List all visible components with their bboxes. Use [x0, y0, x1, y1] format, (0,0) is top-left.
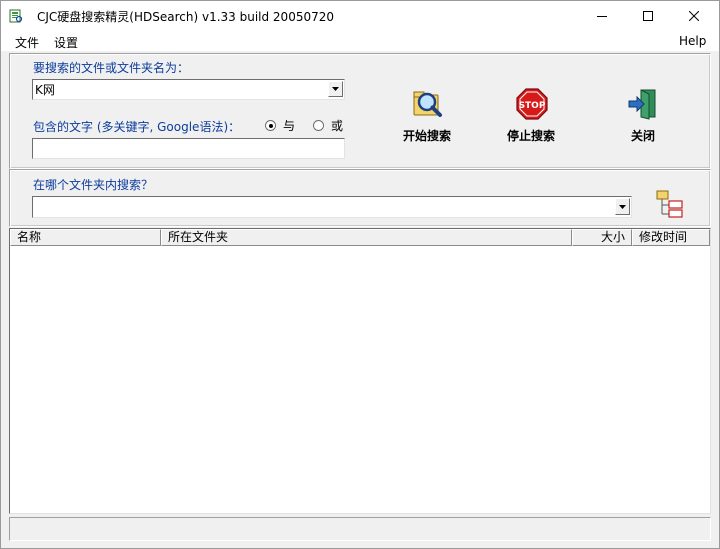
logic-or-radio[interactable]: 或	[313, 117, 343, 134]
start-search-button[interactable]: 开始搜索	[387, 87, 467, 149]
stop-sign-text: STOP	[519, 101, 546, 111]
content-input[interactable]	[35, 140, 340, 156]
app-icon	[9, 9, 23, 23]
magnifier-folder-icon	[413, 91, 442, 117]
start-search-label: 开始搜索	[402, 129, 451, 143]
minimize-button[interactable]	[579, 1, 625, 31]
stop-search-button[interactable]: STOP 停止搜索	[491, 87, 571, 149]
status-bar	[9, 517, 711, 541]
app-window: CJC硬盘搜索精灵(HDSearch) v1.33 build 20050720…	[0, 0, 720, 549]
exit-door-icon	[628, 89, 656, 120]
logic-and-radio[interactable]: 与	[265, 117, 295, 134]
filename-dropdown-button[interactable]	[328, 81, 343, 97]
results-list[interactable]: 名称 所在文件夹 大小 修改时间	[9, 228, 711, 514]
close-icon	[689, 11, 699, 21]
column-header-modified[interactable]: 修改时间	[632, 229, 710, 246]
folder-label: 在哪个文件夹内搜索？	[33, 178, 154, 192]
close-app-label: 关闭	[630, 129, 655, 143]
logic-or-label: 或	[331, 119, 344, 133]
folder-input[interactable]	[35, 198, 613, 214]
menu-bar: 文件 设置 Help	[1, 31, 719, 51]
column-header-size[interactable]: 大小	[572, 229, 632, 246]
folder-dropdown-button[interactable]	[615, 198, 630, 215]
content-label: 包含的文字 (多关键字, Google语法)：	[33, 120, 241, 134]
logic-and-label: 与	[283, 119, 296, 133]
column-header-name[interactable]: 名称	[10, 229, 161, 246]
maximize-button[interactable]	[625, 1, 671, 31]
minimize-icon	[597, 16, 607, 17]
filename-input[interactable]	[35, 81, 325, 97]
maximize-icon	[643, 11, 653, 21]
radio-checked-icon	[265, 120, 276, 131]
folder-combobox[interactable]	[32, 196, 632, 218]
window-title: CJC硬盘搜索精灵(HDSearch) v1.33 build 20050720	[37, 10, 335, 24]
title-bar[interactable]: CJC硬盘搜索精灵(HDSearch) v1.33 build 20050720	[1, 1, 719, 31]
close-window-button[interactable]	[671, 1, 717, 31]
folder-tree-icon[interactable]	[655, 189, 685, 219]
radio-unchecked-icon	[313, 120, 324, 131]
menu-settings[interactable]: 设置	[54, 34, 78, 51]
column-header-folder[interactable]: 所在文件夹	[161, 229, 572, 246]
content-field[interactable]	[32, 138, 345, 159]
menu-file[interactable]: 文件	[15, 34, 39, 51]
chevron-down-icon	[619, 204, 626, 209]
filename-label: 要搜索的文件或文件夹名为：	[33, 61, 190, 75]
stop-search-label: 停止搜索	[506, 129, 555, 143]
stop-sign-icon: STOP	[516, 88, 548, 120]
filename-combobox[interactable]	[32, 79, 345, 100]
chevron-down-icon	[332, 87, 339, 91]
menu-help[interactable]: Help	[679, 34, 706, 48]
close-app-button[interactable]: 关闭	[603, 87, 683, 149]
